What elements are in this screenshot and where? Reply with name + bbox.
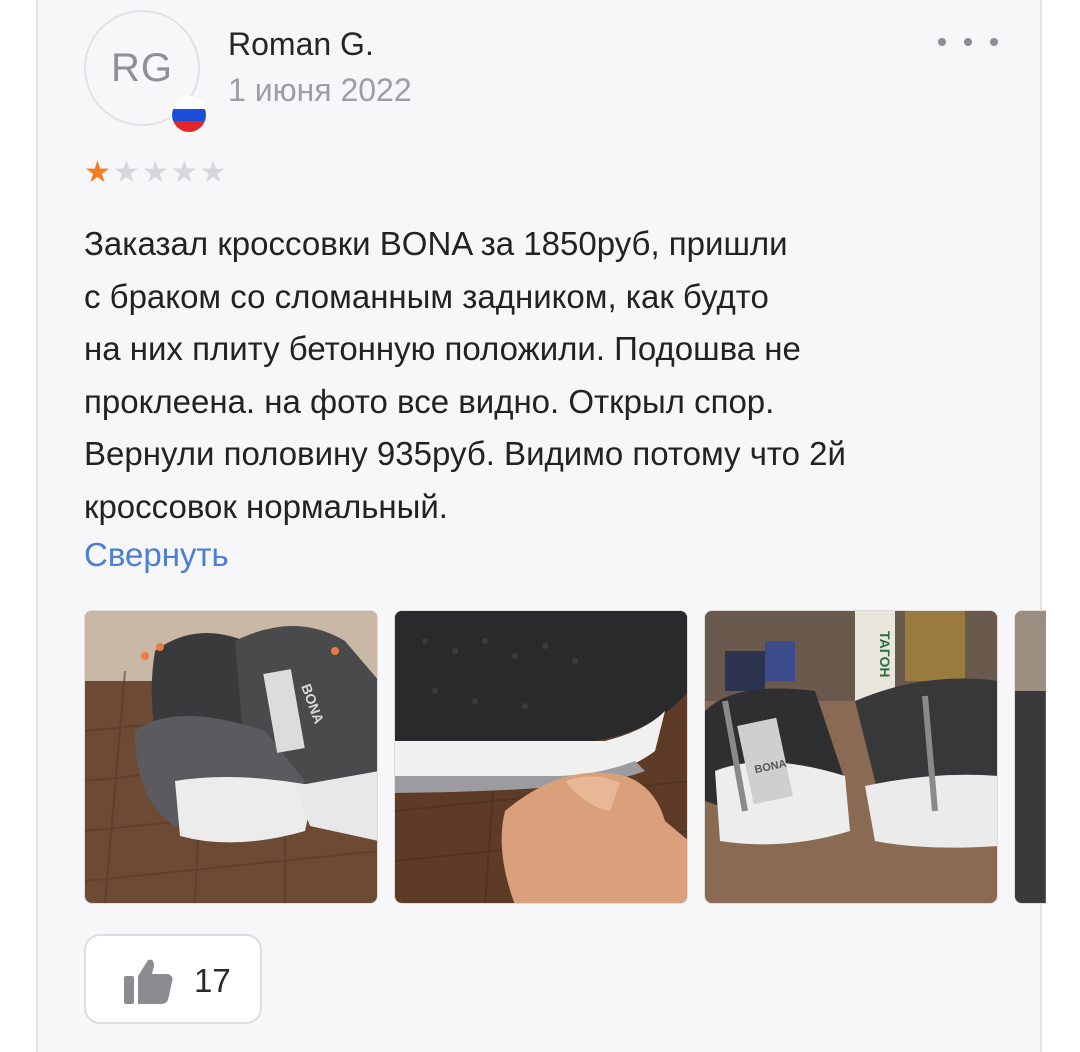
review-photo-4[interactable] [1014, 610, 1046, 904]
review-text-line: Вернули половину 935руб. Видимо потому ч… [84, 435, 846, 472]
photo-3-bottle-label: ТАГОН [877, 631, 893, 678]
review-text: Заказал кроссовки BONA за 1850руб, пришл… [84, 218, 1014, 533]
review-date: 1 июня 2022 [228, 72, 412, 108]
like-button[interactable]: 17 [84, 934, 262, 1024]
star-icon: ★ [170, 156, 198, 189]
like-count: 17 [194, 962, 231, 999]
review-text-line: с браком со сломанным задником, как будт… [84, 277, 769, 315]
star-icon: ★ [112, 156, 140, 189]
review-photo-3[interactable]: ТАГОН BONA [704, 610, 998, 904]
thumbs-up-icon [124, 959, 173, 1004]
review-text-line: на них плиту бетонную положили. Подошва … [84, 330, 801, 367]
ellipsis-icon [938, 38, 946, 46]
star-icon: ★ [84, 156, 111, 189]
review-text-line: проклеена. на фото все видно. Открыл спо… [84, 382, 775, 420]
ellipsis-dot [990, 38, 998, 46]
review-photo-1[interactable]: BONA [84, 610, 378, 904]
avatar-initials: RG [111, 45, 173, 90]
author-name[interactable]: Roman G. [228, 26, 374, 63]
star-icon: ★ [199, 156, 227, 189]
review-text-line: кроссовок нормальный. [84, 487, 448, 525]
photo-gallery[interactable]: BONA ТАГОН BONA [84, 610, 1046, 904]
russia-flag-icon [170, 96, 208, 134]
star-icon: ★ [141, 156, 169, 189]
collapse-link[interactable]: Свернуть [84, 536, 229, 574]
rating-stars: ★ ★ ★ ★ ★ [84, 156, 227, 190]
review-photo-2[interactable] [394, 610, 688, 904]
ellipsis-dot [964, 38, 972, 46]
more-options-button[interactable] [938, 28, 998, 56]
review-text-line: Заказал кроссовки BONA за 1850руб, пришл… [84, 225, 788, 262]
review-card: RG Roman G. 1 июня 2022 ★ ★ ★ ★ ★ Заказал кр… [36, 0, 1046, 1052]
